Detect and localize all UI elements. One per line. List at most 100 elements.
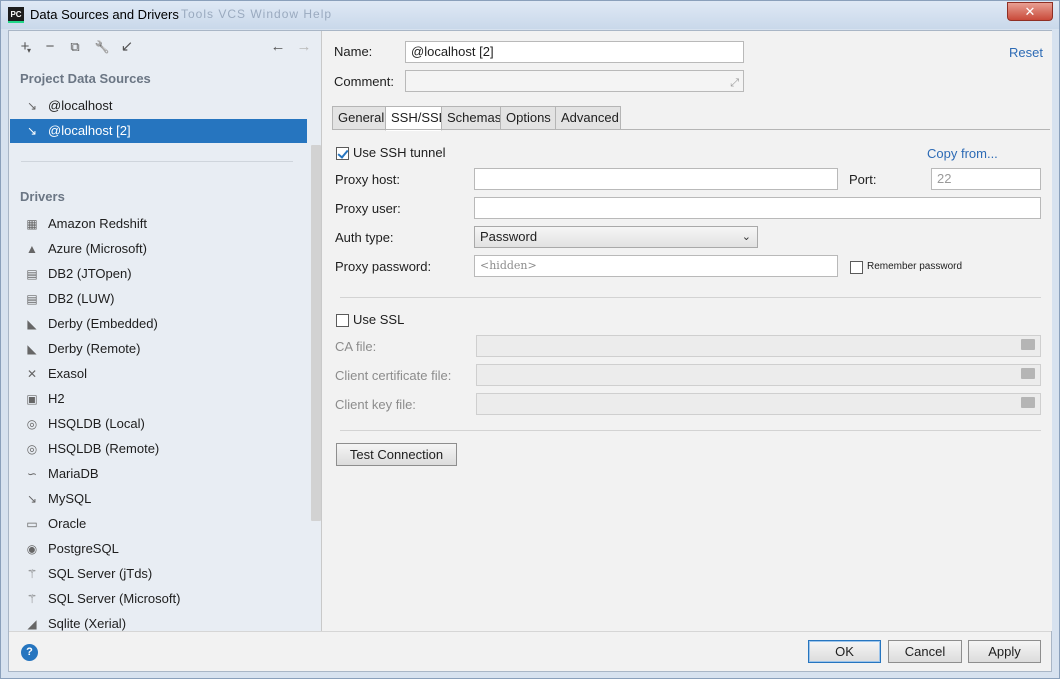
remember-password-checkbox[interactable] <box>850 261 863 274</box>
folder-icon[interactable] <box>1021 368 1035 379</box>
client-key-field[interactable] <box>476 393 1041 415</box>
back-arrow-icon[interactable]: ← <box>268 37 288 57</box>
redshift-icon: ▦ <box>26 217 38 231</box>
settings-panel: Name: @localhost [2] Reset Comment: ⤢ Ge… <box>323 31 1052 631</box>
client-cert-field[interactable] <box>476 364 1041 386</box>
driver-item[interactable]: ◎ HSQLDB (Local) <box>10 412 307 436</box>
sources-scrollbar[interactable] <box>311 145 321 521</box>
driver-item[interactable]: ⚚ SQL Server (Microsoft) <box>10 587 307 611</box>
background-menu-ghost: Tools VCS Window Help <box>181 7 333 21</box>
hsqldb-icon: ◎ <box>26 442 38 456</box>
remember-password-label[interactable]: Remember password <box>867 261 962 272</box>
pycharm-app-icon: PC <box>8 7 24 23</box>
chevron-down-icon: ⌄ <box>741 231 751 243</box>
proxy-user-label: Proxy user: <box>335 201 401 216</box>
auth-type-label: Auth type: <box>335 230 394 245</box>
sqlserver-icon: ⚚ <box>26 592 38 606</box>
section-divider <box>21 161 293 162</box>
cancel-button[interactable]: Cancel <box>888 640 962 663</box>
h2-icon: ▣ <box>26 392 38 406</box>
name-field[interactable]: @localhost [2] <box>405 41 744 63</box>
derby-hat-icon: ◣ <box>27 342 37 356</box>
add-icon[interactable]: + ▾ <box>15 37 35 57</box>
oracle-icon: ▭ <box>26 517 38 531</box>
title-bar[interactable]: PC Data Sources and Drivers Tools VCS Wi… <box>1 1 1059 29</box>
comment-label: Comment: <box>334 74 394 89</box>
port-label: Port: <box>849 172 877 187</box>
proxy-user-field[interactable] <box>474 197 1041 219</box>
tab-ssh-ssl[interactable]: SSH/SSL <box>385 106 446 131</box>
reset-link[interactable]: Reset <box>1009 45 1043 60</box>
mysql-dolphin-icon: ↘ <box>26 124 38 138</box>
mysql-dolphin-icon: ↘ <box>26 492 38 506</box>
derby-hat-icon: ◣ <box>27 317 37 331</box>
sqlite-feather-icon: ◢ <box>27 617 37 631</box>
remove-icon[interactable]: − <box>40 37 60 57</box>
folder-icon[interactable] <box>1021 339 1035 350</box>
exasol-icon: ✕ <box>26 367 38 381</box>
azure-icon: ▲ <box>26 242 38 256</box>
driver-item[interactable]: ◢ Sqlite (Xerial) <box>10 612 307 631</box>
driver-item[interactable]: ▦ Amazon Redshift <box>10 212 307 236</box>
hsqldb-icon: ◎ <box>26 417 38 431</box>
driver-item[interactable]: ▣ H2 <box>10 387 307 411</box>
auth-type-select[interactable]: Password ⌄ <box>474 226 758 248</box>
driver-item[interactable]: ▤ DB2 (LUW) <box>10 287 307 311</box>
data-source-item-selected[interactable]: ↘ @localhost [2] <box>10 119 307 143</box>
db2-icon: ▤ <box>26 292 38 306</box>
driver-item[interactable]: ∽ MariaDB <box>10 462 307 486</box>
use-ssh-label[interactable]: Use SSH tunnel <box>353 145 446 160</box>
tab-schemas[interactable]: Schemas <box>441 106 501 130</box>
window-title: Data Sources and Drivers <box>30 7 179 22</box>
driver-item[interactable]: ◣ Derby (Embedded) <box>10 312 307 336</box>
postgresql-elephant-icon: ◉ <box>26 542 38 556</box>
db2-icon: ▤ <box>26 267 38 281</box>
client-key-label: Client key file: <box>335 397 416 412</box>
ssh-ssl-panel: Use SSH tunnel Copy from... Proxy host: … <box>332 129 1050 631</box>
proxy-password-field[interactable]: <hidden> <box>474 255 838 277</box>
close-window-button[interactable]: ✕ <box>1007 2 1053 21</box>
driver-item[interactable]: ▤ DB2 (JTOpen) <box>10 262 307 286</box>
forward-arrow-icon[interactable]: → <box>294 37 314 57</box>
driver-item[interactable]: ◎ HSQLDB (Remote) <box>10 437 307 461</box>
driver-item[interactable]: ▭ Oracle <box>10 512 307 536</box>
ca-file-field[interactable] <box>476 335 1041 357</box>
driver-item[interactable]: ✕ Exasol <box>10 362 307 386</box>
help-icon[interactable]: ? <box>21 644 38 661</box>
use-ssl-label[interactable]: Use SSL <box>353 312 404 327</box>
mysql-dolphin-icon: ↘ <box>26 99 38 113</box>
ssl-divider <box>340 430 1041 431</box>
import-icon[interactable]: ↙ <box>117 37 137 57</box>
folder-icon[interactable] <box>1021 397 1035 408</box>
use-ssl-checkbox[interactable] <box>336 314 349 327</box>
copy-from-link[interactable]: Copy from... <box>927 146 998 161</box>
tab-options[interactable]: Options <box>500 106 556 130</box>
port-field[interactable]: 22 <box>931 168 1041 190</box>
ssh-ssl-divider <box>340 297 1041 298</box>
proxy-host-label: Proxy host: <box>335 172 401 187</box>
driver-item[interactable]: ◉ PostgreSQL <box>10 537 307 561</box>
ok-button[interactable]: OK <box>808 640 881 663</box>
dialog-client-area: + ▾ − ⧉ 🔧 ↙ ← → Project Data Sources ↘ @l… <box>8 30 1052 672</box>
sources-toolbar: + ▾ − ⧉ 🔧 ↙ ← → <box>9 31 321 63</box>
sqlserver-icon: ⚚ <box>26 567 38 581</box>
ca-file-label: CA file: <box>335 339 377 354</box>
expand-icon[interactable]: ⤢ <box>730 73 739 93</box>
duplicate-icon[interactable]: ⧉ <box>65 37 85 57</box>
data-source-item[interactable]: ↘ @localhost <box>10 94 307 118</box>
driver-item[interactable]: ◣ Derby (Remote) <box>10 337 307 361</box>
driver-item[interactable]: ⚚ SQL Server (jTds) <box>10 562 307 586</box>
tab-general[interactable]: General <box>332 106 386 130</box>
driver-item[interactable]: ▲ Azure (Microsoft) <box>10 237 307 261</box>
comment-field[interactable]: ⤢ <box>405 70 744 92</box>
driver-item[interactable]: ↘ MySQL <box>10 487 307 511</box>
tab-advanced[interactable]: Advanced <box>555 106 621 130</box>
sources-panel: + ▾ − ⧉ 🔧 ↙ ← → Project Data Sources ↘ @l… <box>9 31 322 631</box>
test-connection-button[interactable]: Test Connection <box>336 443 457 466</box>
use-ssh-checkbox[interactable] <box>336 147 349 160</box>
dialog-window: PC Data Sources and Drivers Tools VCS Wi… <box>0 0 1060 679</box>
wrench-icon[interactable]: 🔧 <box>92 37 112 57</box>
proxy-host-field[interactable] <box>474 168 838 190</box>
proxy-password-label: Proxy password: <box>335 259 432 274</box>
apply-button[interactable]: Apply <box>968 640 1041 663</box>
